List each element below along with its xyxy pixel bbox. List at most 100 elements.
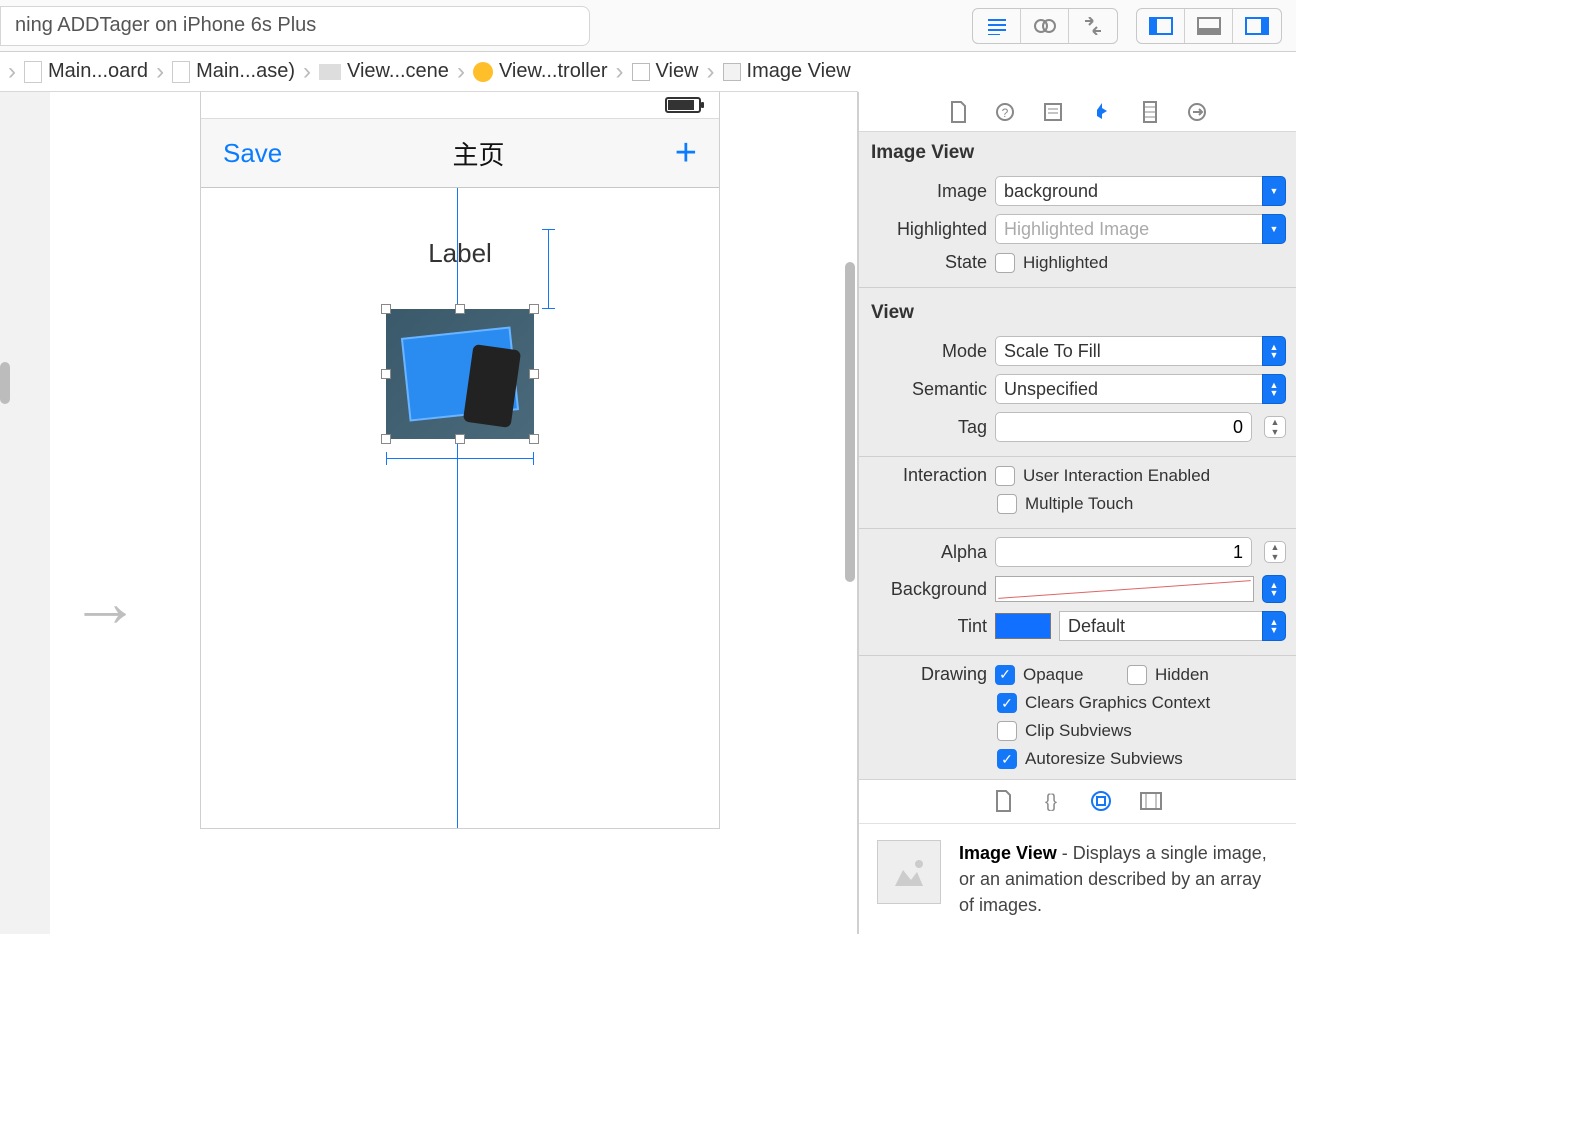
dropdown-icon[interactable]: ▲▼: [1262, 374, 1286, 404]
clip-subviews-checkbox[interactable]: [997, 721, 1017, 741]
dropdown-icon[interactable]: ▼: [1262, 214, 1286, 244]
dropdown-icon[interactable]: ▲▼: [1262, 611, 1286, 641]
tint-colorwell[interactable]: [995, 613, 1051, 639]
alpha-stepper[interactable]: ▲▼: [1264, 541, 1286, 563]
library-item-imageview[interactable]: Image View - Displays a single image, or…: [859, 824, 1296, 934]
right-panel-icon[interactable]: [1233, 9, 1281, 43]
image-combobox[interactable]: background ▼: [995, 176, 1286, 206]
label-element[interactable]: Label: [428, 238, 492, 269]
scroll-indicator[interactable]: [845, 262, 855, 582]
resize-handle[interactable]: [455, 304, 465, 314]
nav-left-button[interactable]: Save: [223, 138, 282, 169]
view-icon: [632, 63, 650, 81]
opaque-checkbox[interactable]: ✓: [995, 665, 1015, 685]
dropdown-icon[interactable]: ▼: [1262, 176, 1286, 206]
semantic-combobox[interactable]: Unspecified ▲▼: [995, 374, 1286, 404]
autoresize-label: Autoresize Subviews: [1025, 749, 1183, 769]
multitouch-checkbox[interactable]: [997, 494, 1017, 514]
dropdown-icon[interactable]: ▲▼: [1262, 575, 1286, 603]
uie-checkbox[interactable]: [995, 466, 1015, 486]
tint-label: Tint: [869, 616, 987, 637]
tint-combobox[interactable]: Default ▲▼: [1059, 611, 1286, 641]
canvas[interactable]: → Save 主页 + Label: [0, 92, 858, 934]
interaction-label: Interaction: [869, 465, 987, 486]
mode-combobox[interactable]: Scale To Fill ▲▼: [995, 336, 1286, 366]
bottom-panel-icon[interactable]: [1185, 9, 1233, 43]
file-template-icon[interactable]: [994, 790, 1012, 812]
nav-add-button[interactable]: +: [675, 132, 697, 175]
hidden-checkbox[interactable]: [1127, 665, 1147, 685]
library-item-title: Image View: [959, 843, 1057, 863]
connections-inspector-icon[interactable]: [1187, 102, 1207, 122]
standard-editor-icon[interactable]: [973, 9, 1021, 43]
device-frame[interactable]: Save 主页 + Label: [200, 92, 720, 829]
resize-handle[interactable]: [381, 369, 391, 379]
help-inspector-icon[interactable]: ?: [995, 102, 1015, 122]
code-snippet-icon[interactable]: {}: [1040, 790, 1062, 812]
identity-inspector-icon[interactable]: [1043, 102, 1063, 122]
library-tabs: {}: [859, 780, 1296, 824]
imageview-icon: [723, 63, 741, 81]
breadcrumb-imageview[interactable]: Image View: [717, 60, 857, 83]
view-content[interactable]: Label: [201, 188, 719, 828]
breadcrumb-base[interactable]: Main...ase): [166, 60, 301, 83]
mode-label: Mode: [869, 341, 987, 362]
activity-status: ning ADDTager on iPhone 6s Plus: [0, 6, 590, 46]
status-bar: [201, 92, 719, 118]
tag-stepper[interactable]: ▲▼: [1264, 416, 1286, 438]
attributes-inspector-icon[interactable]: [1091, 101, 1113, 123]
background-colorwell[interactable]: [995, 576, 1254, 602]
imageview-content: [386, 309, 534, 439]
section-header-view: View: [859, 292, 1296, 332]
assistant-editor-icon[interactable]: [1021, 9, 1069, 43]
clip-subviews-label: Clip Subviews: [1025, 721, 1132, 741]
crumb-label: Main...oard: [48, 60, 148, 83]
autoresize-checkbox[interactable]: ✓: [997, 749, 1017, 769]
crumb-label: Image View: [747, 60, 851, 83]
breadcrumb-storyboard[interactable]: Main...oard: [18, 60, 154, 83]
resize-handle[interactable]: [455, 434, 465, 444]
media-library-icon[interactable]: [1140, 792, 1162, 810]
crumb-label: View: [656, 60, 699, 83]
background-label: Background: [869, 579, 987, 600]
highlighted-checkbox[interactable]: [995, 253, 1015, 273]
battery-icon: [665, 97, 701, 113]
resize-handle[interactable]: [381, 304, 391, 314]
nav-title[interactable]: 主页: [453, 135, 505, 172]
storyboard-file-icon: [24, 61, 42, 83]
uie-label: User Interaction Enabled: [1023, 466, 1210, 486]
highlighted-check-label: Highlighted: [1023, 253, 1108, 273]
size-inspector-icon[interactable]: [1141, 101, 1159, 123]
image-value: background: [995, 176, 1262, 206]
version-editor-icon[interactable]: [1069, 9, 1117, 43]
clears-graphics-checkbox[interactable]: ✓: [997, 693, 1017, 713]
resize-handle[interactable]: [529, 434, 539, 444]
constraint-indicator-top: [548, 229, 549, 309]
breadcrumb-scene[interactable]: View...cene: [313, 60, 455, 83]
phone-graphic: [463, 344, 521, 428]
chevron-right-icon: ›: [301, 60, 313, 84]
selected-imageview[interactable]: [386, 309, 534, 439]
object-library-icon[interactable]: [1090, 790, 1112, 812]
entry-arrow-icon[interactable]: →: [70, 562, 140, 642]
resize-handle[interactable]: [381, 434, 391, 444]
highlighted-combobox[interactable]: Highlighted Image ▼: [995, 214, 1286, 244]
resize-handle[interactable]: [529, 369, 539, 379]
breadcrumb-view[interactable]: View: [626, 60, 705, 83]
clears-graphics-label: Clears Graphics Context: [1025, 693, 1210, 713]
opaque-label: Opaque: [1023, 665, 1119, 685]
file-inspector-icon[interactable]: [949, 101, 967, 123]
svg-text:{}: {}: [1044, 791, 1056, 811]
toolbar: ning ADDTager on iPhone 6s Plus: [0, 0, 1296, 52]
alpha-field[interactable]: [995, 537, 1252, 567]
scroll-indicator: [0, 362, 10, 404]
tag-field[interactable]: [995, 412, 1252, 442]
dropdown-icon[interactable]: ▲▼: [1262, 336, 1286, 366]
highlighted-label: Highlighted: [869, 219, 987, 240]
chevron-right-icon: ›: [6, 60, 18, 84]
navigation-bar[interactable]: Save 主页 +: [201, 118, 719, 188]
resize-handle[interactable]: [529, 304, 539, 314]
breadcrumb-viewcontroller[interactable]: View...troller: [467, 60, 614, 83]
library-thumbnail: [877, 840, 941, 904]
left-panel-icon[interactable]: [1137, 9, 1185, 43]
